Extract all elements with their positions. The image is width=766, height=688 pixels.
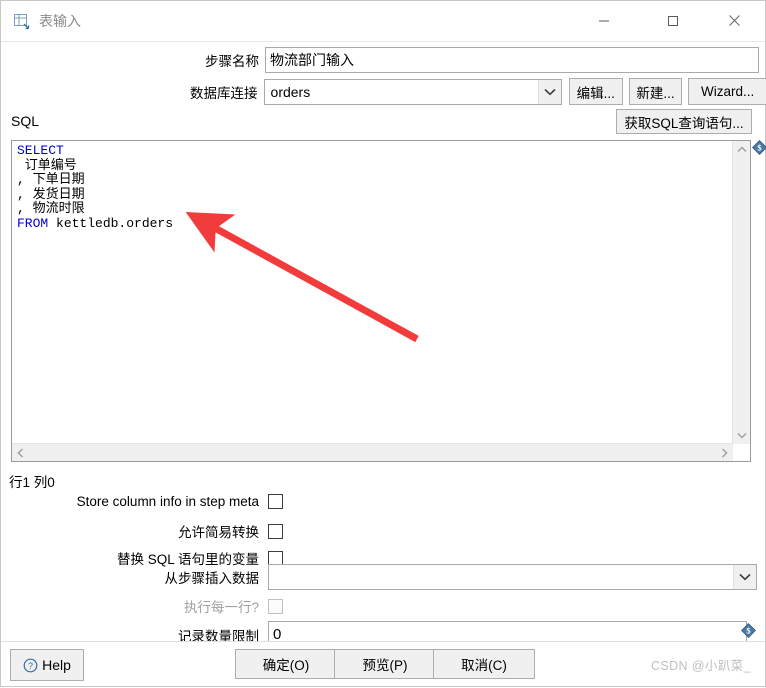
minimize-icon: [599, 20, 609, 21]
help-button[interactable]: ? Help: [10, 649, 84, 681]
execute-each-row-checkbox: [268, 598, 283, 614]
chevron-down-icon[interactable]: [733, 565, 756, 589]
scroll-left-icon[interactable]: [12, 444, 29, 461]
help-circle-icon: ?: [23, 658, 38, 672]
scroll-up-icon[interactable]: [733, 141, 750, 158]
sql-editor-text: SELECT 订单编号 , 下单日期 , 发货日期 , 物流时限 FROM ke…: [17, 143, 174, 231]
cancel-button[interactable]: 取消(C): [433, 649, 535, 679]
sql-section-label: SQL: [11, 113, 40, 129]
database-connection-label: 数据库连接: [190, 85, 258, 101]
scroll-down-icon[interactable]: [733, 427, 750, 444]
execute-each-row-label: 执行每一行?: [183, 600, 259, 615]
chevron-down-icon[interactable]: [537, 79, 561, 104]
scroll-right-icon[interactable]: [716, 444, 733, 461]
cursor-position-status: 行1 列0: [9, 475, 55, 490]
database-connection-combo[interactable]: orders: [263, 78, 562, 105]
step-name-row: 步骤名称 物流部门输入: [1, 47, 766, 73]
store-column-info-label: Store column info in step meta: [76, 494, 259, 509]
title-bar: 表输入: [1, 1, 765, 42]
database-connection-row: 数据库连接 orders 编辑... 新建... Wizard...: [1, 78, 766, 105]
maximize-button[interactable]: [650, 1, 696, 40]
lazy-conversion-checkbox[interactable]: [268, 523, 283, 539]
close-button[interactable]: [711, 1, 757, 40]
table-input-dialog: 表输入 步骤名称 物流部门输入 数据库连接 orders 编辑... 新建...…: [0, 0, 766, 687]
sql-vertical-scrollbar[interactable]: [732, 141, 750, 444]
edit-connection-button[interactable]: 编辑...: [568, 78, 623, 105]
database-connection-value: orders: [270, 83, 311, 100]
preview-button[interactable]: 预览(P): [334, 649, 436, 679]
new-connection-button[interactable]: 新建...: [628, 78, 683, 105]
close-icon: [728, 15, 740, 26]
get-sql-query-button[interactable]: 获取SQL查询语句...: [616, 109, 752, 134]
sql-horizontal-scrollbar[interactable]: [12, 443, 733, 461]
svg-text:?: ?: [28, 661, 33, 671]
minimize-button[interactable]: [581, 1, 627, 40]
insert-data-from-step-combo[interactable]: [268, 564, 757, 590]
ok-button[interactable]: 确定(O): [235, 649, 337, 679]
title-bar-left: 表输入: [13, 11, 81, 31]
watermark-text: CSDN @小趴菜_: [650, 659, 751, 673]
sql-editor[interactable]: SELECT 订单编号 , 下单日期 , 发货日期 , 物流时限 FROM ke…: [11, 140, 751, 462]
step-name-label: 步骤名称: [205, 54, 259, 69]
window-title: 表输入: [39, 13, 81, 29]
step-name-input[interactable]: 物流部门输入: [265, 47, 759, 73]
store-column-info-row: Store column info in step meta: [1, 494, 766, 509]
sql-variable-dollar-icon[interactable]: $: [752, 140, 766, 155]
store-column-info-checkbox[interactable]: [268, 494, 283, 509]
wizard-connection-button[interactable]: Wizard...: [688, 78, 766, 105]
dialog-button-bar: ? Help 确定(O) 预览(P) 取消(C) CSDN @小趴菜_: [1, 641, 765, 686]
help-button-label: Help: [42, 657, 71, 673]
lazy-conversion-row: 允许简易转换: [1, 521, 766, 541]
table-input-icon: [13, 13, 30, 30]
insert-data-from-step-label: 从步骤插入数据: [164, 571, 260, 586]
insert-data-from-step-row-main: 从步骤插入数据: [1, 564, 766, 590]
lazy-conversion-label: 允许简易转换: [178, 525, 259, 540]
maximize-icon: [668, 15, 678, 26]
limit-size-variable-dollar-icon[interactable]: $: [741, 623, 756, 638]
execute-each-row-row: 执行每一行?: [1, 596, 766, 616]
